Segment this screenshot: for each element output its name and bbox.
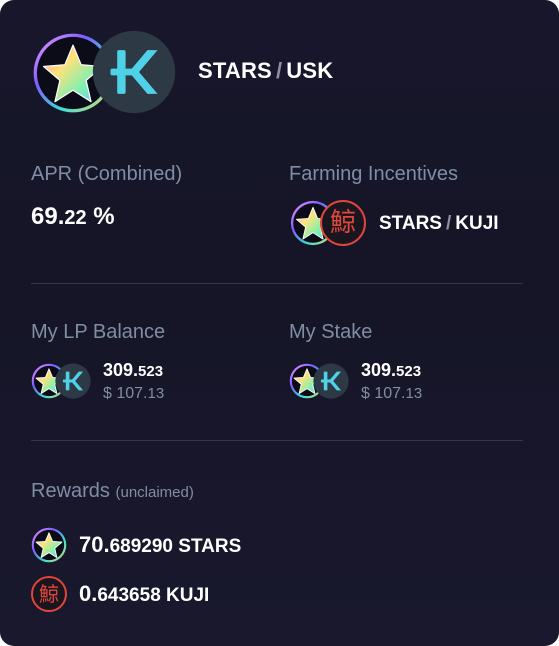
reward-stars-int: 70.	[79, 532, 110, 557]
lp-balance-amount: 309.523	[103, 360, 163, 381]
lp-amount-int: 309.	[103, 360, 139, 380]
kuji-token-icon: 鯨	[31, 576, 67, 612]
rewards-title: Rewards	[31, 480, 110, 502]
apr-value: 69.22 %	[31, 203, 115, 231]
stake-amount: 309.523	[361, 360, 421, 381]
stake-usd: $ 107.13	[361, 385, 422, 403]
lp-balance-label: My LP Balance	[31, 321, 166, 343]
stake-usd-frac: 13	[405, 385, 423, 402]
kuji-token-icon: 鯨	[320, 200, 366, 246]
lp-usd-frac: 13	[147, 385, 165, 402]
usk-token-icon	[313, 363, 349, 399]
lp-amount-frac: 523	[138, 363, 164, 380]
reward-stars-symbol: STARS	[173, 536, 242, 557]
usk-token-icon	[92, 30, 176, 114]
divider	[31, 440, 523, 441]
lp-balance-usd: $ 107.13	[103, 385, 164, 403]
apr-label: APR (Combined)	[31, 163, 183, 185]
reward-kuji: 0.643658 KUJI	[79, 581, 209, 607]
reward-kuji-symbol: KUJI	[160, 585, 210, 606]
stake-amount-int: 309.	[361, 360, 397, 380]
kuji-glyph: 鯨	[39, 582, 59, 606]
reward-stars: 70.689290 STARS	[79, 532, 241, 558]
rewards-label: Rewards (unclaimed)	[31, 480, 194, 503]
usk-token-icon	[55, 363, 91, 399]
quote-symbol: USK	[286, 58, 334, 83]
divider	[31, 283, 523, 284]
stake-amount-frac: 523	[396, 363, 422, 380]
apr-value-int: 69.	[31, 203, 65, 230]
reward-kuji-int: 0.	[79, 581, 98, 606]
reward-stars-frac: 689290	[109, 536, 173, 557]
pool-card: STARS / USK APR (Combined) 69.22 % Farming…	[0, 0, 559, 646]
lp-usd-int: $ 107.	[103, 385, 148, 402]
incentive-token-b: KUJI	[455, 213, 499, 234]
rewards-sublabel: (unclaimed)	[115, 484, 194, 501]
pair-title: STARS / USK	[198, 58, 333, 84]
incentive-token-a: STARS	[379, 213, 442, 234]
incentive-separator: /	[445, 213, 452, 234]
pair-separator: /	[275, 58, 283, 83]
apr-unit: %	[86, 203, 115, 230]
reward-kuji-frac: 643658	[97, 585, 161, 606]
apr-value-frac: 22	[64, 207, 87, 229]
stake-usd-int: $ 107.	[361, 385, 406, 402]
incentives-pair: STARS / KUJI	[379, 213, 499, 235]
incentives-label: Farming Incentives	[289, 163, 458, 185]
stars-token-icon	[31, 527, 67, 563]
kuji-glyph: 鯨	[329, 208, 356, 238]
base-symbol: STARS	[198, 58, 272, 83]
stake-label: My Stake	[289, 321, 373, 343]
